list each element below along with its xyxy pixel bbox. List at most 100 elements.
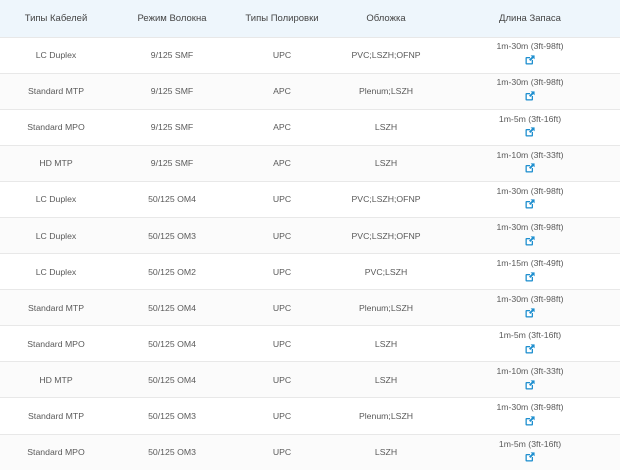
length-cell: 1m-5m (3ft-16ft) (440, 434, 620, 470)
table-row: Standard MTP 9/125 SMF APC Plenum;LSZH 1… (0, 73, 620, 110)
length-text: 1m-15m (3ft-49ft) (496, 257, 564, 268)
polish-type-cell: UPC (272, 50, 292, 61)
jacket-cell: LSZH (374, 158, 398, 169)
polish-type-cell: UPC (272, 338, 292, 349)
jacket-cell: PVC;LSZH;OFNP (351, 230, 421, 241)
fiber-mode-cell: 9/125 SMF (150, 122, 194, 133)
table-row: Standard MPO 9/125 SMF APC LSZH 1m-5m (3… (0, 109, 620, 145)
length-text: 1m-30m (3ft-98ft) (496, 221, 564, 232)
polish-type-cell: UPC (272, 302, 292, 313)
length-cell: 1m-30m (3ft-98ft) (440, 398, 620, 434)
external-link-icon[interactable] (525, 91, 535, 101)
length-cell: 1m-30m (3ft-98ft) (440, 217, 620, 253)
polish-type-cell: UPC (272, 194, 292, 205)
length-text: 1m-5m (3ft-16ft) (498, 113, 562, 124)
cable-type-cell: Standard MTP (27, 410, 84, 421)
cable-type-cell: Standard MTP (27, 302, 84, 313)
table-row: LC Duplex 9/125 SMF UPC PVC;LSZH;OFNP 1m… (0, 37, 620, 73)
length-text: 1m-30m (3ft-98ft) (496, 402, 564, 413)
header-polish-type: Типы Полировки (245, 12, 319, 24)
length-cell: 1m-30m (3ft-98ft) (440, 37, 620, 73)
jacket-cell: Plenum;LSZH (358, 410, 414, 421)
table-row: Standard MPO 50/125 OM3 UPC LSZH 1m-5m (… (0, 434, 620, 471)
external-link-icon[interactable] (525, 452, 535, 462)
external-link-icon[interactable] (525, 271, 535, 282)
length-cell: 1m-30m (3ft-98ft) (440, 73, 620, 109)
table-row: Standard MTP 50/125 OM4 UPC Plenum;LSZH … (0, 289, 620, 326)
jacket-cell: PVC;LSZH;OFNP (351, 194, 421, 205)
cable-type-cell: Standard MPO (27, 447, 85, 458)
fiber-mode-cell: 50/125 OM3 (148, 230, 196, 241)
length-cell: 1m-10m (3ft-33ft) (440, 362, 620, 398)
fiber-mode-cell: 50/125 OM4 (148, 302, 196, 313)
external-link-icon[interactable] (525, 163, 535, 173)
external-link-icon[interactable] (525, 343, 535, 354)
external-link-icon[interactable] (525, 379, 535, 390)
polish-type-cell: APC (273, 158, 291, 169)
fiber-mode-cell: 50/125 OM4 (148, 338, 196, 349)
length-text: 1m-5m (3ft-16ft) (498, 438, 562, 449)
fiber-mode-cell: 50/125 OM3 (148, 410, 196, 421)
fiber-mode-cell: 9/125 SMF (150, 50, 194, 61)
length-cell: 1m-10m (3ft-33ft) (440, 145, 620, 181)
cable-type-cell: Standard MPO (27, 338, 85, 349)
table-row: Standard MTP 50/125 OM3 UPC Plenum;LSZH … (0, 397, 620, 434)
table-row: HD MTP 50/125 OM4 UPC LSZH 1m-10m (3ft-3… (0, 361, 620, 398)
cable-type-cell: Standard MTP (27, 86, 84, 97)
cable-spec-table: Типы Кабелей Режим Волокна Типы Полировк… (0, 0, 620, 471)
jacket-cell: LSZH (374, 122, 398, 133)
cable-type-cell: LC Duplex (35, 50, 77, 61)
length-cell: 1m-30m (3ft-98ft) (440, 290, 620, 326)
cable-type-cell: Standard MPO (27, 122, 85, 133)
external-link-icon[interactable] (525, 55, 535, 65)
external-link-icon[interactable] (525, 415, 535, 426)
header-length: Длина Запаса (499, 12, 561, 24)
table-row: HD MTP 9/125 SMF APC LSZH 1m-10m (3ft-33… (0, 145, 620, 182)
polish-type-cell: UPC (272, 410, 292, 421)
cable-type-cell: HD MTP (39, 158, 73, 169)
table-row: LC Duplex 50/125 OM4 UPC PVC;LSZH;OFNP 1… (0, 181, 620, 217)
polish-type-cell: APC (273, 122, 291, 133)
header-jacket: Обложка (366, 12, 406, 24)
header-cable-type: Типы Кабелей (24, 12, 88, 24)
jacket-cell: Plenum;LSZH (358, 86, 414, 97)
fiber-mode-cell: 50/125 OM4 (148, 194, 196, 205)
fiber-mode-cell: 50/125 OM2 (148, 266, 196, 277)
external-link-icon[interactable] (525, 199, 535, 209)
length-text: 1m-30m (3ft-98ft) (496, 77, 564, 88)
table-row: LC Duplex 50/125 OM2 UPC PVC;LSZH 1m-15m… (0, 253, 620, 290)
length-cell: 1m-5m (3ft-16ft) (440, 326, 620, 362)
table-row: LC Duplex 50/125 OM3 UPC PVC;LSZH;OFNP 1… (0, 217, 620, 254)
fiber-mode-cell: 50/125 OM4 (148, 374, 196, 385)
length-cell: 1m-15m (3ft-49ft) (440, 254, 620, 290)
jacket-cell: LSZH (374, 338, 398, 349)
length-text: 1m-30m (3ft-98ft) (496, 41, 564, 52)
fiber-mode-cell: 9/125 SMF (150, 158, 194, 169)
cable-type-cell: LC Duplex (35, 194, 77, 205)
table-body: LC Duplex 9/125 SMF UPC PVC;LSZH;OFNP 1m… (0, 37, 620, 471)
length-cell: 1m-5m (3ft-16ft) (440, 109, 620, 145)
length-cell: 1m-30m (3ft-98ft) (440, 181, 620, 217)
length-text: 1m-10m (3ft-33ft) (496, 149, 564, 160)
jacket-cell: Plenum;LSZH (358, 302, 414, 313)
cable-type-cell: LC Duplex (35, 266, 77, 277)
polish-type-cell: UPC (272, 230, 292, 241)
header-row: Типы Кабелей Режим Волокна Типы Полировк… (0, 0, 620, 37)
length-text: 1m-30m (3ft-98ft) (496, 293, 564, 304)
external-link-icon[interactable] (525, 235, 535, 246)
external-link-icon[interactable] (525, 307, 535, 318)
table-row: Standard MPO 50/125 OM4 UPC LSZH 1m-5m (… (0, 325, 620, 362)
polish-type-cell: UPC (272, 266, 292, 277)
external-link-icon[interactable] (525, 127, 535, 137)
header-fiber-mode: Режим Волокна (137, 12, 207, 24)
cable-type-cell: HD MTP (39, 374, 73, 385)
cable-spec-table-container: Типы Кабелей Режим Волокна Типы Полировк… (0, 0, 620, 471)
polish-type-cell: APC (273, 86, 291, 97)
jacket-cell: PVC;LSZH;OFNP (351, 50, 421, 61)
jacket-cell: LSZH (374, 374, 398, 385)
jacket-cell: LSZH (374, 447, 398, 458)
length-text: 1m-10m (3ft-33ft) (496, 366, 564, 377)
table-header: Типы Кабелей Режим Волокна Типы Полировк… (0, 0, 620, 37)
polish-type-cell: UPC (272, 374, 292, 385)
fiber-mode-cell: 9/125 SMF (150, 86, 194, 97)
